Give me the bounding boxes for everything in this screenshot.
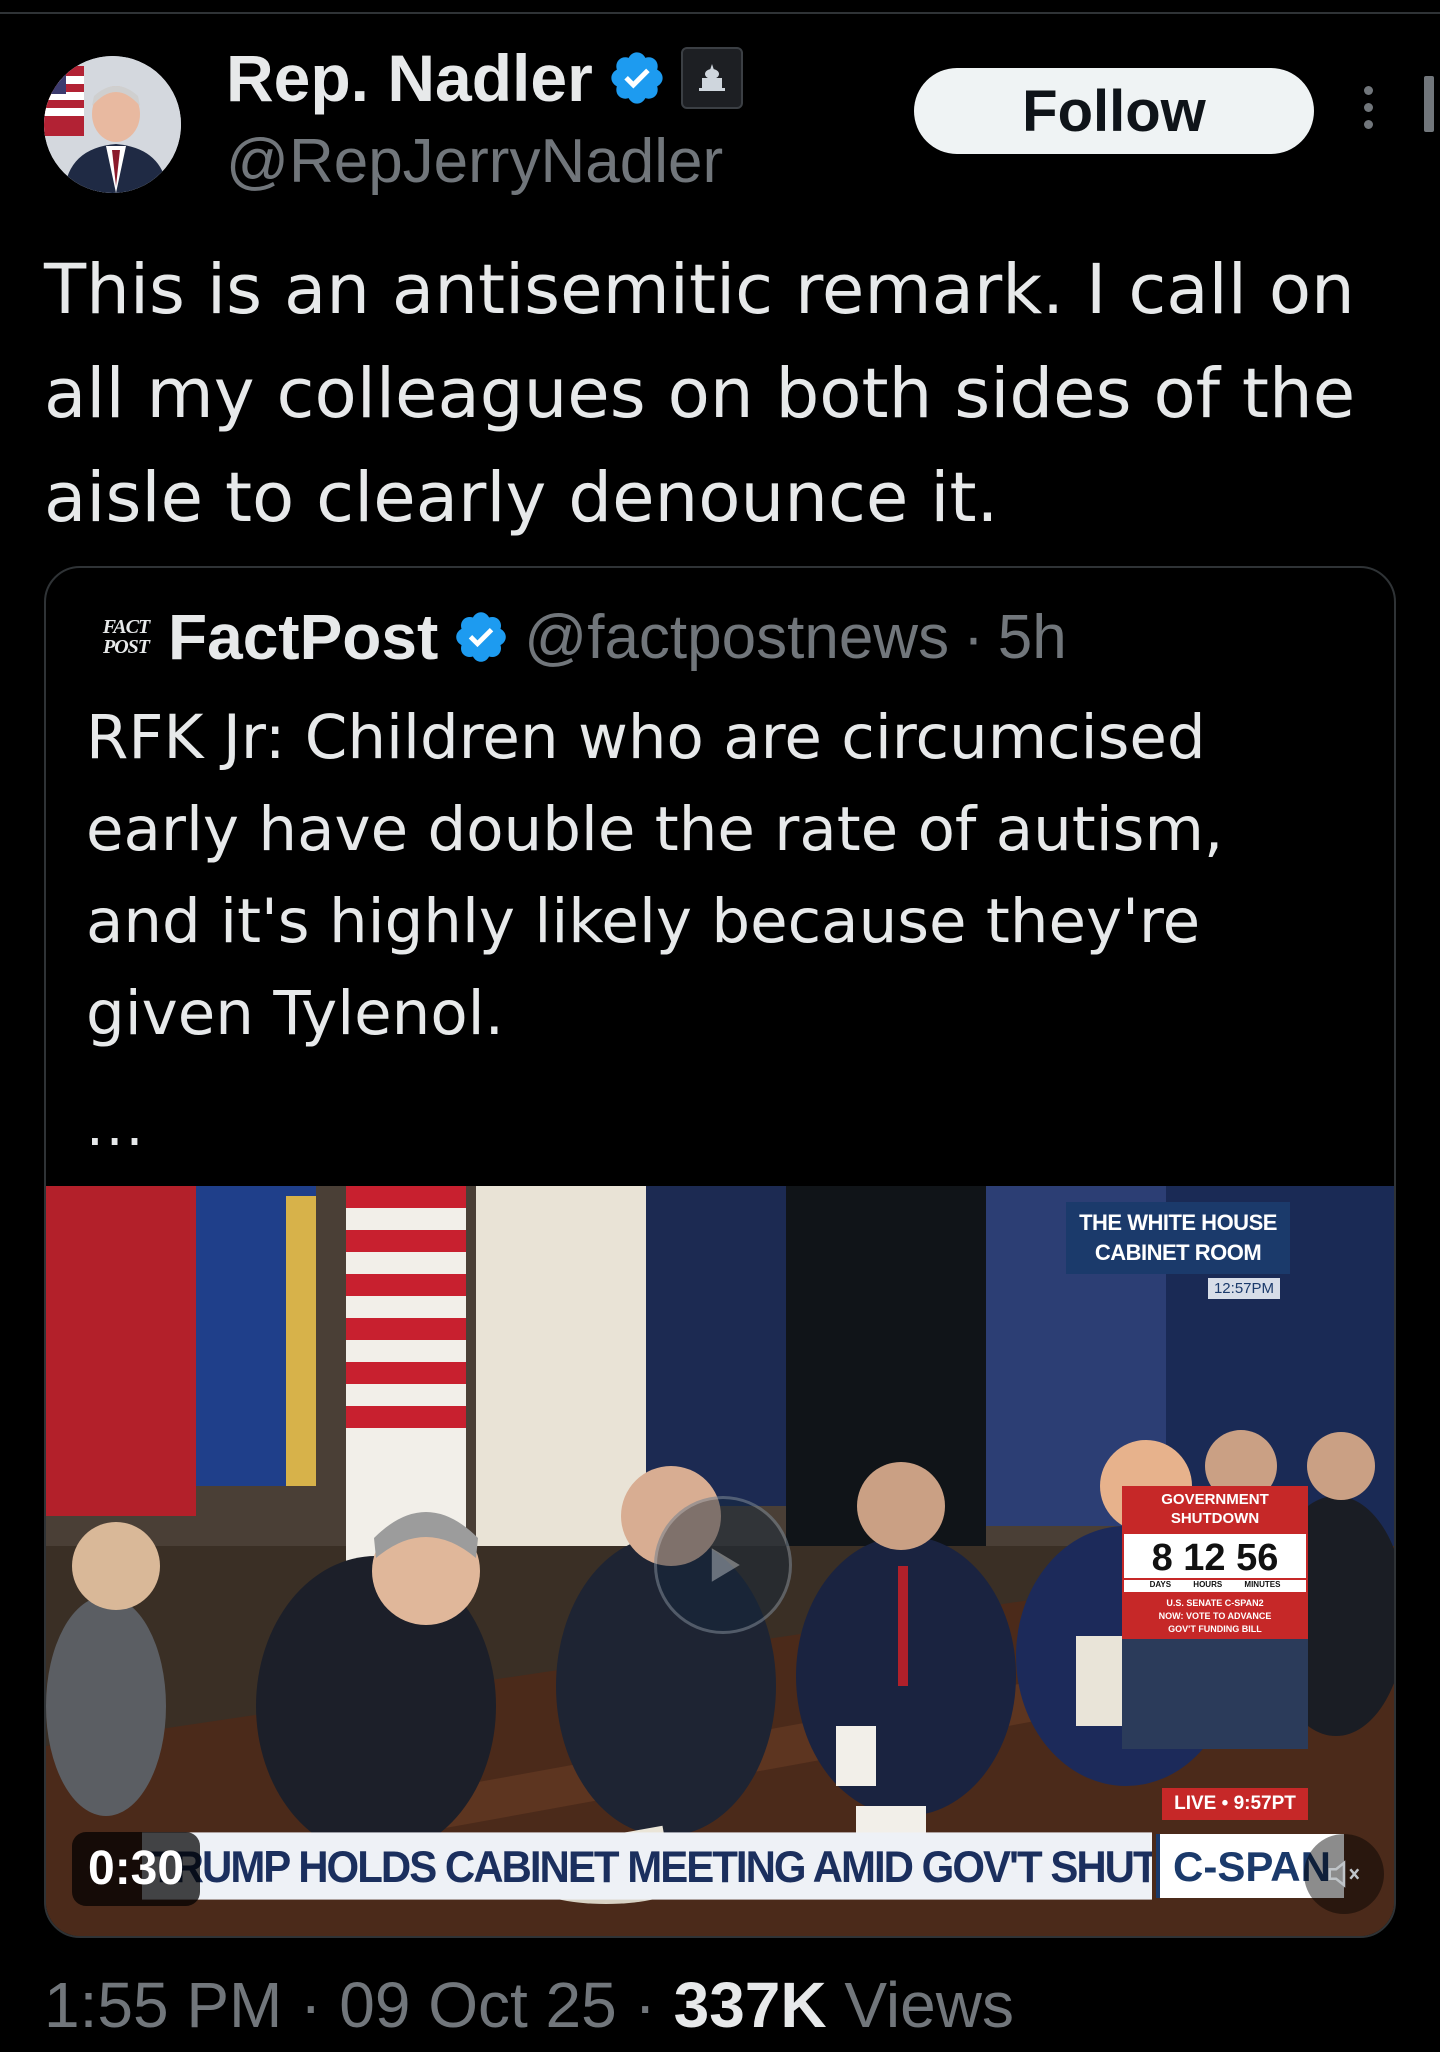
video-player[interactable]: THE WHITE HOUSE CABINET ROOM 12:57PM GOV… bbox=[46, 1186, 1394, 1936]
shutdown-counter: 8 12 56 bbox=[1122, 1532, 1308, 1580]
separator-dot: · bbox=[634, 1969, 656, 2041]
tweet-text: This is an antisemitic remark. I call on… bbox=[44, 250, 1356, 538]
author-handle[interactable]: @RepJerryNadler bbox=[226, 126, 723, 197]
logo-line-1: FACT bbox=[102, 616, 150, 638]
post-time[interactable]: 1:55 PM bbox=[44, 1969, 282, 2041]
location-time: 12:57PM bbox=[1208, 1278, 1280, 1299]
senate-line-2: NOW: VOTE TO ADVANCE bbox=[1158, 1611, 1272, 1621]
avatar-image bbox=[44, 56, 181, 193]
top-divider bbox=[0, 12, 1440, 14]
verified-badge-icon bbox=[611, 52, 663, 104]
senate-line-3: GOV'T FUNDING BILL bbox=[1168, 1624, 1262, 1634]
shutdown-title-line-2: SHUTDOWN bbox=[1170, 1510, 1260, 1527]
quoted-tweet-text: RFK Jr: Children who are circumcised ear… bbox=[86, 702, 1224, 1049]
news-chyron: TRUMP HOLDS CABINET MEETING AMID GOV'T S… bbox=[142, 1832, 1152, 1900]
location-overlay: THE WHITE HOUSE CABINET ROOM bbox=[1066, 1202, 1290, 1274]
location-line-1: THE WHITE HOUSE bbox=[1079, 1210, 1277, 1235]
government-badge-icon bbox=[680, 47, 743, 109]
more-options-icon[interactable] bbox=[1356, 86, 1380, 136]
scroll-edge-indicator bbox=[1424, 76, 1434, 132]
show-more-ellipsis[interactable]: ... bbox=[86, 1094, 145, 1159]
quoted-tweet-card[interactable]: FACT POST FactPost @factpostnews · 5h RF… bbox=[44, 566, 1396, 1938]
logo-line-2: POST bbox=[103, 636, 150, 658]
quoted-tweet-header: FACT POST FactPost @factpostnews · 5h bbox=[98, 600, 1067, 674]
live-indicator: LIVE • 9:57PT bbox=[1162, 1788, 1308, 1820]
mute-icon bbox=[1328, 1860, 1360, 1888]
shutdown-title-line-1: GOVERNMENT bbox=[1161, 1491, 1269, 1508]
author-name-row: Rep. Nadler bbox=[226, 40, 743, 116]
views-label: Views bbox=[844, 1969, 1014, 2041]
post-date[interactable]: 09 Oct 25 bbox=[339, 1969, 617, 2041]
views-count[interactable]: 337K bbox=[674, 1969, 827, 2041]
senate-notice: U.S. SENATE C-SPAN2 NOW: VOTE TO ADVANCE… bbox=[1122, 1594, 1308, 1639]
verified-badge-icon bbox=[456, 612, 507, 662]
video-duration: 0:30 bbox=[72, 1832, 201, 1906]
senate-line-1: U.S. SENATE C-SPAN2 bbox=[1166, 1598, 1264, 1608]
senate-feed-thumbnail bbox=[1122, 1639, 1308, 1749]
shutdown-units: DAYS HOURS MINUTES bbox=[1122, 1580, 1308, 1594]
location-line-2: CABINET ROOM bbox=[1094, 1240, 1262, 1265]
mute-button[interactable] bbox=[1304, 1834, 1384, 1914]
separator-dot: · bbox=[963, 602, 984, 672]
play-button[interactable] bbox=[654, 1496, 792, 1634]
shutdown-panel: GOVERNMENT SHUTDOWN 8 12 56 DAYS HOURS M… bbox=[1122, 1486, 1308, 1836]
author-name[interactable]: Rep. Nadler bbox=[226, 40, 593, 116]
quoted-tweet-time[interactable]: 5h bbox=[998, 602, 1067, 673]
avatar[interactable] bbox=[44, 56, 181, 193]
factpost-logo[interactable]: FACT POST bbox=[98, 609, 154, 665]
shutdown-title: GOVERNMENT SHUTDOWN bbox=[1122, 1486, 1308, 1532]
follow-button[interactable]: Follow bbox=[914, 68, 1314, 154]
quoted-author-handle[interactable]: @factpostnews bbox=[524, 602, 949, 673]
tweet-meta: 1:55 PM · 09 Oct 25 · 337K Views bbox=[44, 1968, 1014, 2042]
play-icon bbox=[711, 1548, 740, 1582]
quoted-author-name[interactable]: FactPost bbox=[168, 600, 438, 674]
separator-dot: · bbox=[300, 1969, 322, 2041]
